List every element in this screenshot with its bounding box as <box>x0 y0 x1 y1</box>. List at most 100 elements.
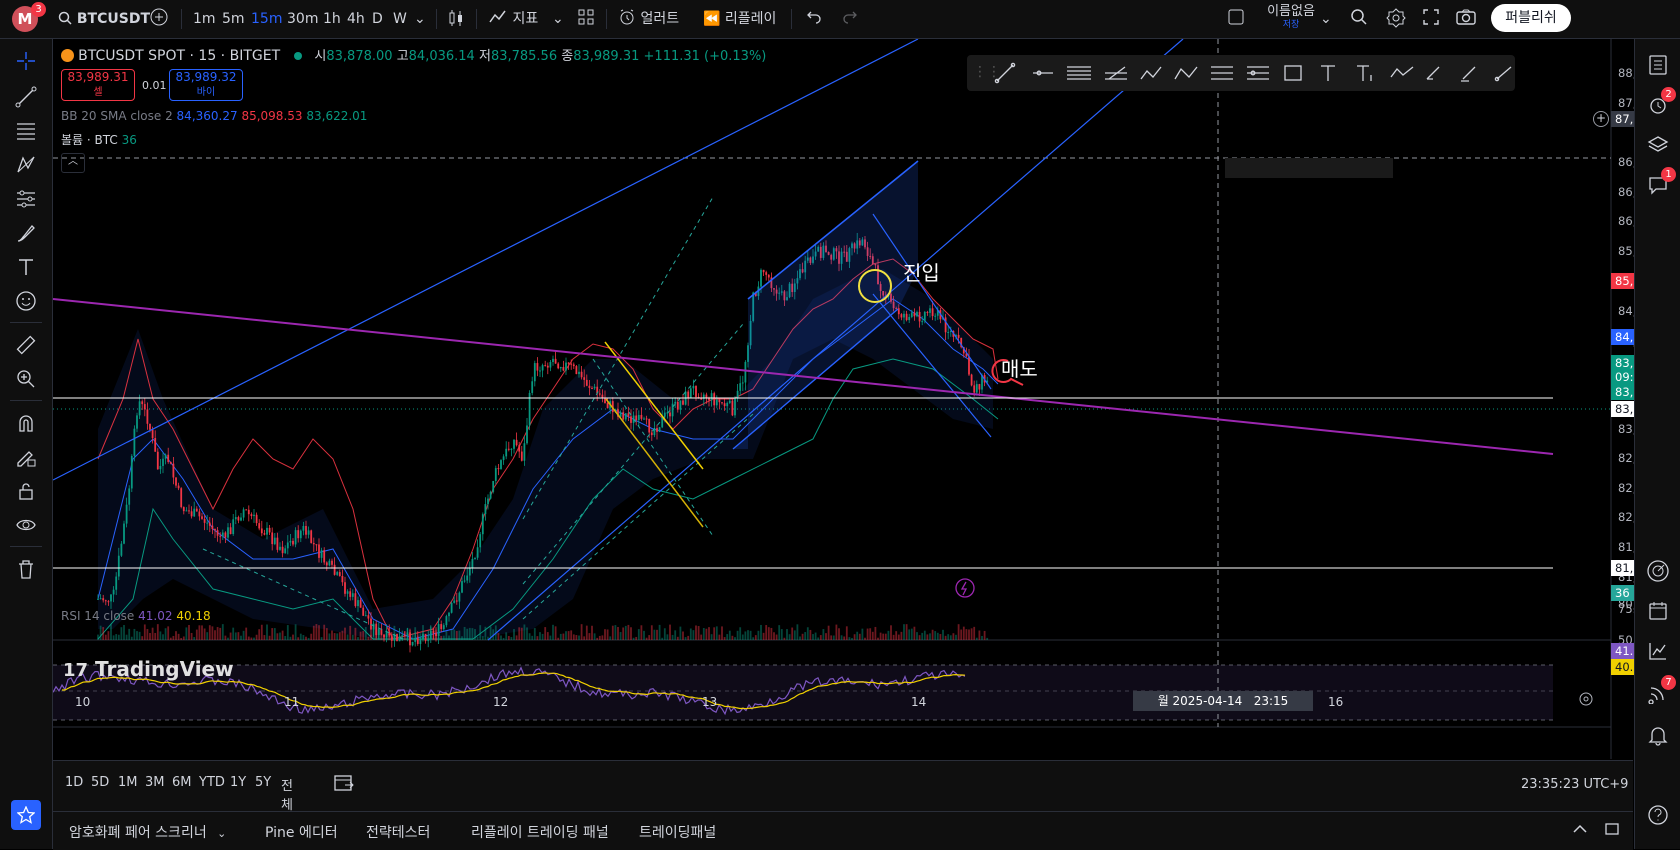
float-rectangle-icon[interactable] <box>1284 65 1302 81</box>
range-YTD[interactable]: YTD <box>199 775 225 790</box>
float-xabcd-icon[interactable] <box>1140 66 1162 80</box>
notifications-button[interactable] <box>1644 721 1672 749</box>
chart-type-button[interactable] <box>447 8 465 30</box>
quick-search-button[interactable] <box>1350 8 1368 30</box>
goto-date-button[interactable] <box>333 773 355 797</box>
favorites-button[interactable] <box>11 800 41 830</box>
range-5Y[interactable]: 5Y <box>255 775 271 790</box>
publish-button[interactable]: 퍼블리쉬 <box>1491 4 1571 32</box>
add-alert-plus-icon[interactable]: + <box>1593 111 1609 127</box>
magnet-tool[interactable] <box>12 409 40 437</box>
symbol-legend[interactable]: BTCUSDT SPOT · 15 · BITGET 시83,878.00 고8… <box>61 45 766 64</box>
event-lightning-icon[interactable] <box>955 578 975 598</box>
range-1D[interactable]: 1D <box>65 775 83 790</box>
tab-strategy-tester[interactable]: 전략테스터 <box>366 822 430 842</box>
templates-button[interactable] <box>577 8 595 30</box>
tf-30m[interactable]: 30m <box>287 8 318 30</box>
layout-name-button[interactable]: 이름없음 저장 <box>1258 4 1324 30</box>
maximize-panel-button[interactable] <box>1603 820 1621 842</box>
float-arrow-icon[interactable] <box>1494 66 1512 82</box>
hide-drawings-tool[interactable] <box>12 511 40 539</box>
float-anchored-text-icon[interactable] <box>1357 65 1372 81</box>
float-trendline-icon[interactable] <box>994 62 1016 84</box>
tab-crypto-screener[interactable]: 암호화폐 페어 스크리너 ⌄ <box>69 822 226 842</box>
watchlist-button[interactable] <box>1644 51 1672 79</box>
snapshot-button[interactable] <box>1456 8 1476 30</box>
tf-D[interactable]: D <box>372 8 383 30</box>
tab-replay-trading[interactable]: 리플레이 트레이딩 패널 <box>471 822 609 842</box>
fib-tool[interactable] <box>12 117 40 145</box>
range-5D[interactable]: 5D <box>91 775 109 790</box>
axis-settings-button[interactable] <box>1578 691 1594 711</box>
zoom-tool[interactable] <box>12 365 40 393</box>
indicators-chevron-icon[interactable]: ⌄ <box>552 8 564 30</box>
pattern-tool[interactable] <box>12 151 40 179</box>
crosshair-tool[interactable] <box>12 47 40 75</box>
float-fib-channel-icon[interactable] <box>1247 66 1269 80</box>
tf-5m[interactable]: 5m <box>222 8 245 30</box>
floating-drawing-toolbar: ⋮⋮ <box>967 55 1515 91</box>
redo-button[interactable] <box>842 8 858 30</box>
brush-tool[interactable] <box>12 219 40 247</box>
range-1Y[interactable]: 1Y <box>230 775 246 790</box>
buy-button[interactable]: 83,989.32 바이 <box>169 69 243 101</box>
range-1M[interactable]: 1M <box>118 775 138 790</box>
float-fib-icon[interactable] <box>1211 66 1233 80</box>
text-tool[interactable] <box>12 253 40 281</box>
main-chart-canvas[interactable] <box>53 39 1633 759</box>
measure-tool[interactable] <box>12 331 40 359</box>
tf-1h[interactable]: 1h <box>323 8 341 30</box>
zoom-in-icon <box>17 370 35 388</box>
indicators-button[interactable]: 지표 <box>488 8 538 30</box>
collapse-legend-button[interactable]: ︿ <box>61 153 85 173</box>
undo-button[interactable] <box>806 8 822 30</box>
remove-drawings-tool[interactable] <box>12 555 40 583</box>
tf-1m[interactable]: 1m <box>193 8 216 30</box>
lock-drawings-tool[interactable] <box>12 477 40 505</box>
forecast-tool[interactable] <box>12 185 40 213</box>
object-tree-button[interactable] <box>1644 131 1672 159</box>
keep-drawing-tool[interactable] <box>12 443 40 471</box>
symbol-search[interactable]: BTCUSDT <box>58 8 150 30</box>
float-text-icon[interactable] <box>1321 65 1335 81</box>
emoji-tool[interactable] <box>12 287 40 315</box>
clock-timezone[interactable]: 23:35:23 UTC+9 <box>1521 777 1628 792</box>
tf-15m[interactable]: 15m <box>251 8 282 30</box>
tf-4h[interactable]: 4h <box>347 8 365 30</box>
calendar-button[interactable] <box>1644 597 1672 625</box>
float-brush-icon[interactable] <box>1426 66 1440 80</box>
float-pitchfork-icon[interactable] <box>1105 66 1127 80</box>
sell-button[interactable]: 83,989.31 셀 <box>61 69 135 101</box>
trendline-tool[interactable] <box>12 83 40 111</box>
layout-chevron-icon[interactable]: ⌄ <box>1320 8 1332 30</box>
layout-toggle-button[interactable] <box>1227 8 1245 30</box>
pine-button[interactable] <box>1644 637 1672 665</box>
fullscreen-button[interactable] <box>1422 8 1440 30</box>
screener-button[interactable] <box>1644 557 1672 585</box>
float-abcd-icon[interactable] <box>1174 66 1198 80</box>
float-path-icon[interactable] <box>1390 66 1414 78</box>
tf-dropdown-chevron-icon[interactable]: ⌄ <box>414 8 426 30</box>
range-3M[interactable]: 3M <box>145 775 165 790</box>
alert-button[interactable]: 얼러트 <box>618 8 679 30</box>
tab-pine-editor[interactable]: Pine 에디터 <box>265 822 338 842</box>
add-symbol-button[interactable] <box>150 8 168 30</box>
tab-trading-panel[interactable]: 트레이딩패널 <box>639 822 716 842</box>
volume-legend[interactable]: 볼륨 · BTC 36 <box>61 131 137 148</box>
range-전체[interactable]: 전체 <box>281 775 293 813</box>
chart-area[interactable]: BTCUSDT SPOT · 15 · BITGET 시83,878.00 고8… <box>53 39 1680 759</box>
range-6M[interactable]: 6M <box>172 775 192 790</box>
settings-button[interactable] <box>1386 8 1406 30</box>
indicators-label: 지표 <box>512 11 539 27</box>
float-parallel-icon[interactable] <box>1067 66 1091 80</box>
tradingview-watermark[interactable]: 𝟭𝟳 TradingView <box>63 657 234 681</box>
bb-lower-value: 83,622.01 <box>306 109 368 123</box>
tf-W[interactable]: W <box>393 8 407 30</box>
float-hray-icon[interactable] <box>1033 70 1053 76</box>
rsi-legend[interactable]: RSI 14 close 41.02 40.18 <box>61 609 211 623</box>
replay-button[interactable]: ⏪ 리플레이 <box>703 8 776 30</box>
help-button[interactable] <box>1644 801 1672 829</box>
float-highlighter-icon[interactable] <box>1461 66 1476 82</box>
expand-panel-button[interactable] <box>1571 820 1589 842</box>
bb-legend[interactable]: BB 20 SMA close 2 84,360.27 85,098.53 83… <box>61 109 367 123</box>
